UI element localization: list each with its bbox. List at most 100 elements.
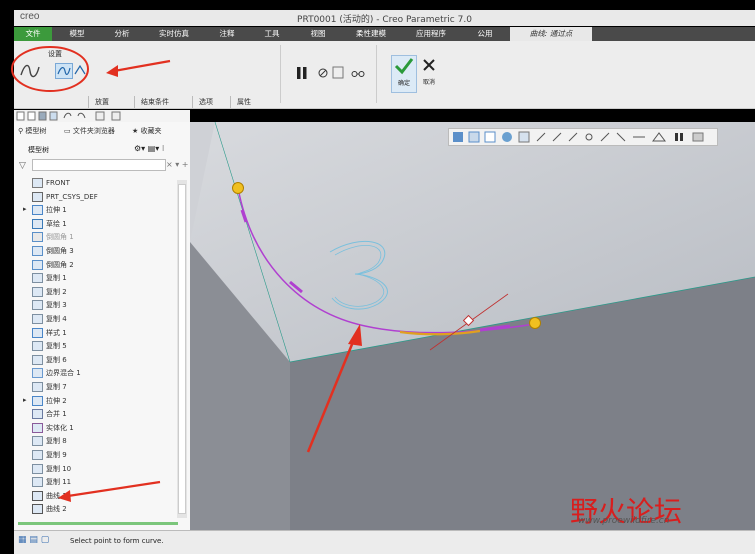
search-clear-icon[interactable]: × ▾ +	[166, 160, 189, 169]
no-preview-button[interactable]	[318, 68, 328, 78]
filter-icon[interactable]: ▽	[19, 161, 26, 171]
tree-item[interactable]: 复制 6	[32, 354, 67, 365]
tab-model-tree-label: 模型树	[25, 127, 47, 135]
watermark-url-box: www.proewildfire.cn	[578, 516, 669, 526]
expand-arrow-icon[interactable]: ▸	[23, 205, 27, 213]
copy-icon	[32, 354, 43, 365]
tree-item[interactable]: 复制 2	[32, 286, 67, 297]
annotation-circle	[11, 46, 89, 92]
verify-button[interactable]	[351, 68, 365, 78]
quick-access-icons[interactable]	[14, 110, 190, 122]
subtab-placement[interactable]: 放置	[88, 96, 115, 108]
ribbon-subtabs: 放置 结束条件 选项 属性	[14, 96, 274, 108]
curve-icon	[32, 504, 43, 515]
tree-item-label: 倒圆角 2	[46, 260, 74, 269]
tab-curve-through-points[interactable]: 曲线: 通过点	[510, 27, 592, 41]
copy-icon	[32, 314, 43, 324]
watermark-url: www.proewildfire.cn	[578, 516, 670, 526]
status-icons[interactable]: ▦ ▤ ▢	[18, 535, 49, 545]
tree-item-label: 拉伸 1	[46, 206, 67, 215]
expand-arrow-icon[interactable]: ▸	[23, 396, 27, 404]
tree-item[interactable]: 倒圆角 1	[32, 232, 74, 243]
tree-item-label: 草绘 1	[46, 219, 67, 228]
curve-point-end[interactable]	[529, 317, 541, 329]
sketch-icon	[32, 218, 43, 229]
tree-item-label: 边界混合 1	[46, 369, 81, 378]
tree-item-label: 复制 8	[46, 437, 67, 446]
tab-annotate[interactable]: 注释	[206, 27, 248, 41]
style-icon	[32, 327, 43, 338]
tab-model[interactable]: 模型	[54, 27, 100, 41]
model-tree-icon: ⚲	[18, 127, 24, 135]
tree-item[interactable]: 复制 10	[32, 463, 71, 474]
tree-item[interactable]: FRONT	[32, 178, 70, 188]
tree-item[interactable]: 复制 3	[32, 300, 67, 311]
tab-favorites[interactable]: ★ 收藏夹	[132, 126, 162, 136]
tree-scrollbar[interactable]	[177, 180, 187, 518]
tree-item[interactable]: 倒圆角 3	[32, 246, 74, 256]
confirm-button[interactable]: 确定	[391, 55, 417, 93]
tab-file[interactable]: 文件	[14, 27, 52, 41]
tab-folder-browser[interactable]: ▭ 文件夹浏览器	[64, 126, 115, 136]
curve-point-start[interactable]	[232, 182, 244, 194]
preview-button[interactable]	[332, 66, 344, 79]
subtab-end-condition[interactable]: 结束条件	[134, 96, 175, 108]
tab-tools[interactable]: 工具	[250, 27, 294, 41]
glasses-icon	[351, 71, 365, 77]
tree-item-label: 拉伸 2	[46, 396, 67, 405]
tab-model-tree[interactable]: ⚲ 模型树	[18, 126, 46, 136]
tree-item[interactable]: 曲线 2	[32, 504, 67, 515]
tree-item-label: 复制 1	[46, 274, 67, 283]
pause-icon	[297, 67, 307, 79]
tree-item[interactable]: 复制 5	[32, 341, 67, 352]
copy-icon	[32, 436, 43, 447]
tree-item[interactable]: 复制 8	[32, 436, 67, 447]
graphics-viewport[interactable]: 野火论坛 www.proewildfire.cn	[190, 122, 755, 530]
tree-item[interactable]: 样式 1	[32, 327, 67, 338]
tree-settings-icon[interactable]: ⚙▾ ▤▾ ⁝	[134, 144, 164, 153]
confirm-label: 确定	[397, 80, 410, 87]
tree-item-label: 复制 4	[46, 315, 67, 323]
tab-view[interactable]: 视图	[296, 27, 340, 41]
tree-item[interactable]: 边界混合 1	[32, 368, 81, 379]
tree-item-label: FRONT	[46, 179, 70, 187]
subtab-properties[interactable]: 属性	[230, 96, 257, 108]
tab-applications[interactable]: 应用程序	[402, 27, 460, 41]
tree-item[interactable]: ▸ 拉伸 2	[23, 395, 67, 406]
tree-item[interactable]: PRT_CSYS_DEF	[32, 191, 98, 202]
datum-plane-icon	[32, 178, 43, 188]
scrollbar-thumb[interactable]	[178, 184, 186, 514]
round-icon	[32, 246, 43, 256]
tab-analysis[interactable]: 分析	[102, 27, 142, 41]
tree-item[interactable]: ▸ 拉伸 1	[23, 205, 67, 216]
tree-item[interactable]: 实体化 1	[32, 422, 74, 433]
tree-item[interactable]: 草绘 1	[32, 218, 67, 229]
tab-flexible-modeling[interactable]: 柔性建模	[342, 27, 400, 41]
tab-public[interactable]: 公用	[462, 27, 508, 41]
tree-item[interactable]: 复制 9	[32, 450, 67, 460]
ribbon-separator	[280, 45, 281, 103]
tree-item-label: PRT_CSYS_DEF	[46, 192, 98, 201]
tree-item[interactable]: 合并 1	[32, 409, 67, 420]
copy-icon	[32, 382, 43, 392]
tree-item[interactable]: 复制 7	[32, 382, 67, 392]
tab-favorites-label: 收藏夹	[140, 127, 162, 135]
tab-live-simulation[interactable]: 实时仿真	[144, 27, 204, 41]
annotation-arrow-curve1	[58, 480, 161, 502]
copy-icon	[32, 286, 43, 297]
subtab-options[interactable]: 选项	[192, 96, 219, 108]
tree-item[interactable]: 倒圆角 2	[32, 259, 74, 270]
round-icon	[32, 232, 43, 243]
model-tree-panel: ⚲ 模型树 ▭ 文件夹浏览器 ★ 收藏夹 模型树 ⚙▾ ▤▾ ⁝ ▽ × ▾ +…	[14, 122, 191, 530]
cancel-button[interactable]: 取消	[418, 55, 440, 91]
preview-icon	[332, 66, 344, 79]
cancel-label: 取消	[422, 79, 435, 86]
view-toolbar-icons[interactable]	[449, 129, 717, 145]
tree-item[interactable]: 复制 4	[32, 314, 67, 324]
annotation-arrow-settings	[106, 59, 171, 77]
model-graphics[interactable]	[190, 122, 755, 530]
pause-button[interactable]	[296, 66, 308, 80]
tree-item[interactable]: 复制 1	[32, 273, 67, 284]
tree-search-input[interactable]	[32, 159, 166, 171]
copy-icon	[32, 463, 43, 474]
